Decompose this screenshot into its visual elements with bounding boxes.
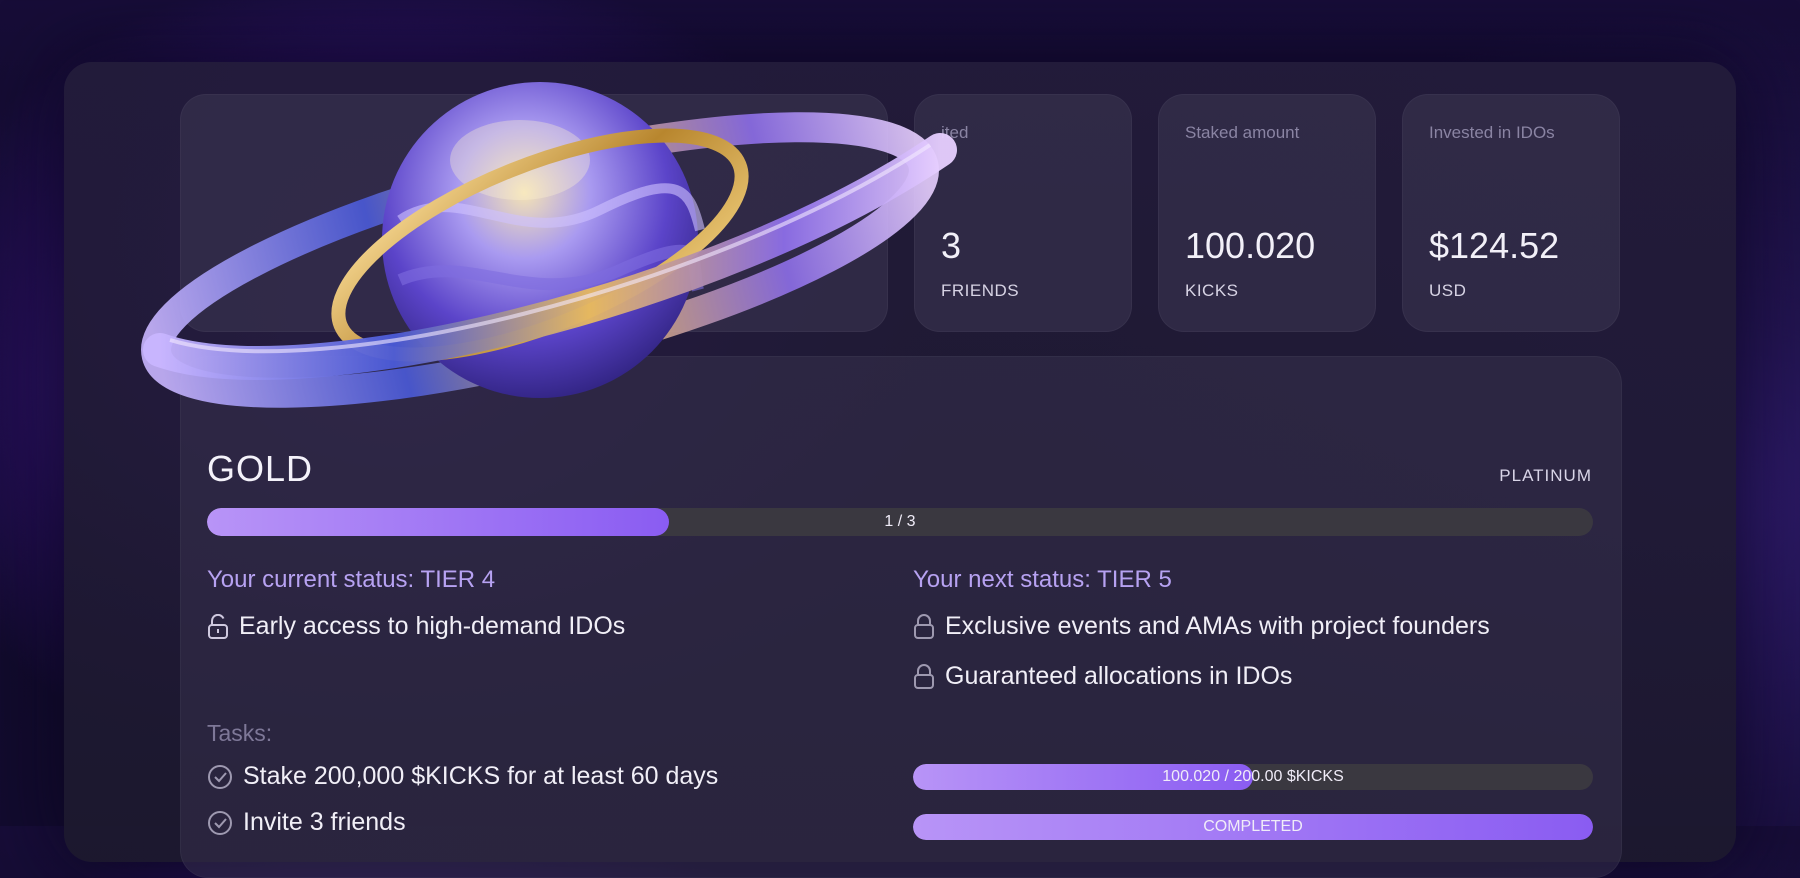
stat-card-invested: Invested in IDOs $124.52 USD <box>1402 94 1620 332</box>
stat-unit: USD <box>1429 281 1467 300</box>
current-perk: Early access to high-demand IDOs <box>207 612 625 641</box>
perk-text: Exclusive events and AMAs with project f… <box>945 612 1490 640</box>
perk-text: Early access to high-demand IDOs <box>239 612 626 640</box>
check-circle-icon <box>208 810 232 835</box>
check-circle-icon <box>208 764 232 789</box>
task-item: Stake 200,000 $KICKS for at least 60 day… <box>207 762 718 791</box>
stat-value: 100.020 <box>1185 225 1316 266</box>
lock-icon <box>914 613 934 639</box>
stat-value: $124.52 <box>1429 225 1560 266</box>
task-text: Stake 200,000 $KICKS for at least 60 day… <box>243 762 719 790</box>
planet-illustration <box>141 82 957 408</box>
current-tier-name: GOLD <box>207 448 314 489</box>
next-status-heading: Your next status: TIER 5 <box>913 566 1172 593</box>
task-progress-bar: 100.020 / 200.00 $KICKS <box>913 764 1593 790</box>
stat-card-staked: Staked amount 100.020 KICKS <box>1158 94 1376 332</box>
lock-icon <box>914 663 934 689</box>
perk-text: Guaranteed allocations in IDOs <box>945 662 1293 690</box>
tasks-label: Tasks: <box>207 720 273 746</box>
next-perk: Guaranteed allocations in IDOs <box>913 662 1292 691</box>
current-status-heading: Your current status: TIER 4 <box>207 566 496 593</box>
tier-progress-bar: 1 / 3 <box>207 508 1593 536</box>
task-progress-text: 100.020 / 200.00 $KICKS <box>1162 768 1344 785</box>
tier-progress-text: 1 / 3 <box>884 513 916 530</box>
next-perk: Exclusive events and AMAs with project f… <box>913 612 1490 641</box>
stat-unit: KICKS <box>1185 281 1239 300</box>
stat-label: Invested in IDOs <box>1429 123 1555 142</box>
next-tier-name: PLATINUM <box>1499 466 1592 485</box>
task-item: Invite 3 friends <box>207 808 406 837</box>
unlocked-lock-icon <box>208 613 228 639</box>
stat-label: Staked amount <box>1185 123 1300 142</box>
task-progress-text: COMPLETED <box>1203 818 1303 835</box>
task-text: Invite 3 friends <box>243 808 406 836</box>
task-progress-bar: COMPLETED <box>913 814 1593 840</box>
